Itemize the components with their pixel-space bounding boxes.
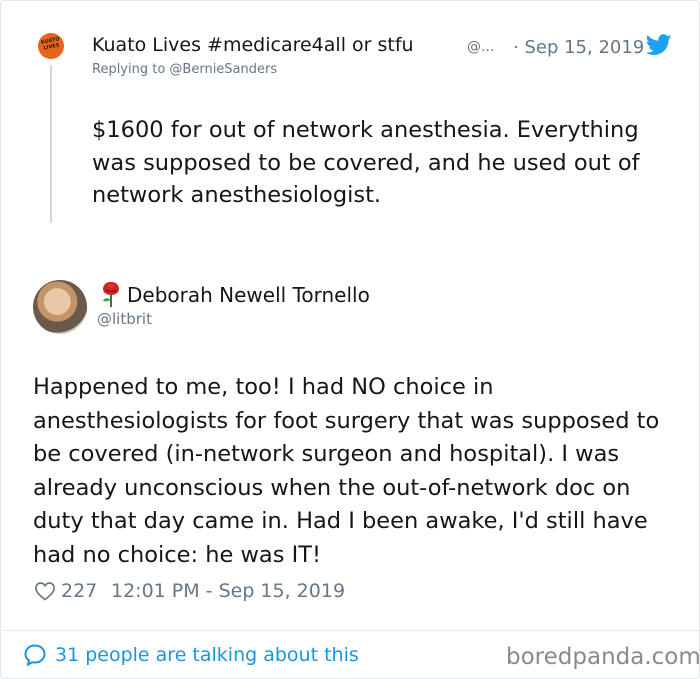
speech-bubble-icon[interactable] xyxy=(23,643,47,667)
reply-tweet-text: Happened to me, too! I had NO choice in … xyxy=(33,374,660,568)
replying-to[interactable]: Replying to @BernieSanders xyxy=(92,62,277,77)
twitter-bird-icon[interactable] xyxy=(646,34,672,56)
footer-divider xyxy=(2,630,700,631)
thread-line xyxy=(50,65,52,223)
tweet-timestamp[interactable]: 12:01 PM - Sep 15, 2019 xyxy=(111,580,345,602)
like-count[interactable]: 227 xyxy=(61,580,97,602)
reply-handle[interactable]: @litbrit xyxy=(97,310,152,328)
embedded-tweet-card: KUATO LIVES Kuato Lives #medicare4all or… xyxy=(0,0,700,679)
parent-avatar[interactable]: KUATO LIVES xyxy=(38,33,64,59)
watermark: boredpanda.com xyxy=(506,644,700,670)
parent-display-name[interactable]: Kuato Lives #medicare4all or stfu xyxy=(92,34,414,56)
conversation-link[interactable]: 31 people are talking about this xyxy=(55,644,359,666)
reply-avatar[interactable] xyxy=(33,280,87,334)
heart-icon[interactable] xyxy=(34,581,56,601)
reply-display-name[interactable]: Deborah Newell Tornello xyxy=(127,283,370,307)
parent-date[interactable]: · Sep 15, 2019 xyxy=(513,37,644,58)
parent-handle[interactable]: @... xyxy=(467,39,494,55)
parent-tweet-text: $1600 for out of network anesthesia. Eve… xyxy=(92,117,640,208)
rose-icon xyxy=(103,282,119,307)
parent-avatar-text: KUATO LIVES xyxy=(40,36,61,52)
